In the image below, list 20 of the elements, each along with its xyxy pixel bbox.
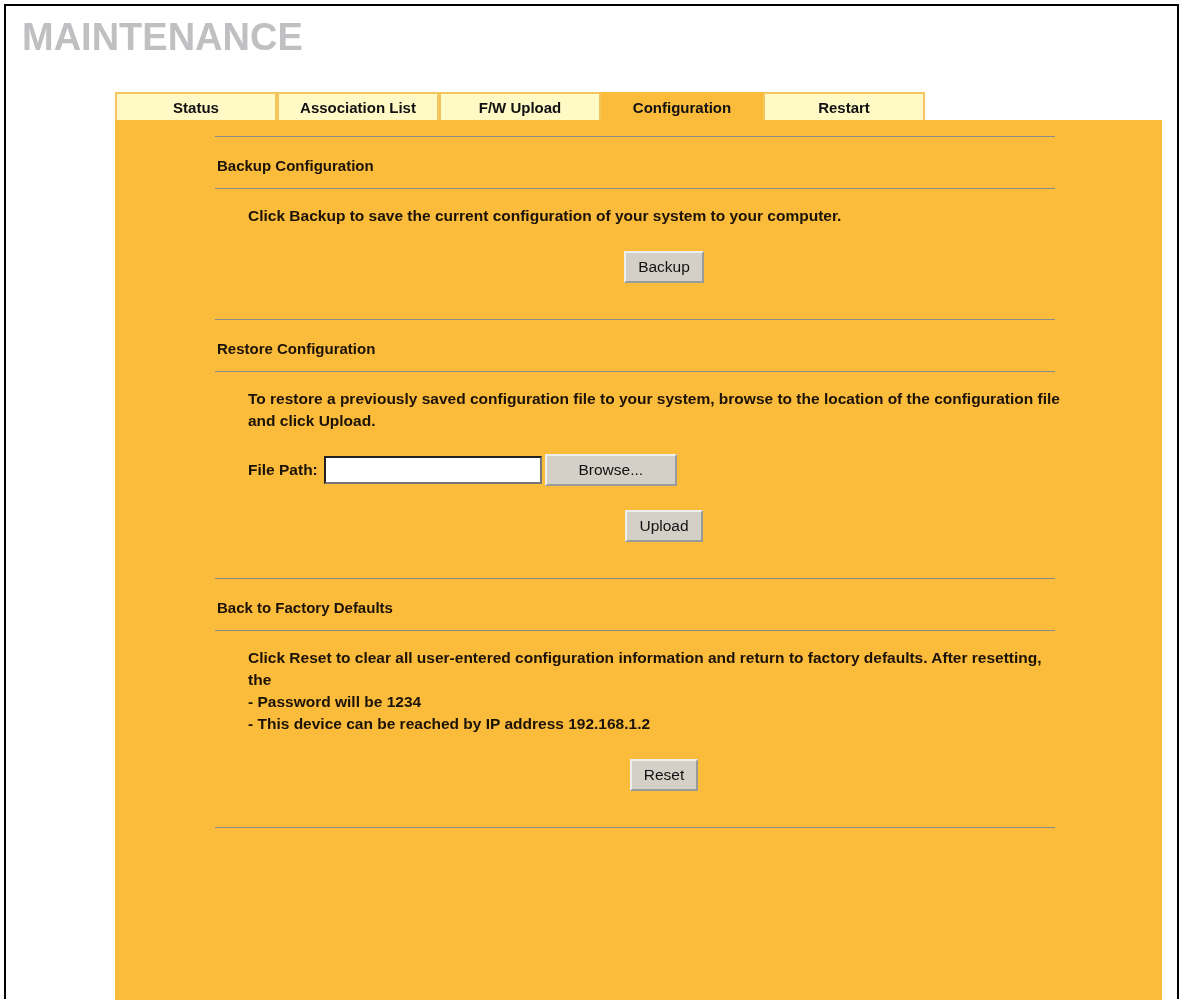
tab[interactable]: Configuration: [601, 92, 763, 120]
action-button[interactable]: Upload: [625, 510, 703, 542]
field-label: File Path:: [248, 461, 318, 479]
section-heading: Restore Configuration: [216, 339, 377, 359]
browse-button[interactable]: Browse...: [544, 454, 677, 486]
tab[interactable]: Restart: [763, 92, 925, 120]
description-text: - This device can be reached by IP address 192.168.1.2: [248, 714, 652, 734]
description-text: - Password will be 1234: [248, 692, 423, 712]
action-button[interactable]: Backup: [624, 251, 704, 283]
tab[interactable]: F/W Upload: [439, 92, 601, 120]
description-text: Click Reset to clear all user-entered configuration information and return to factory defaults. After resetting, the: [248, 648, 1043, 690]
action-button[interactable]: Reset: [629, 759, 699, 791]
tab[interactable]: Status: [115, 92, 277, 120]
tab[interactable]: Association List: [277, 92, 439, 120]
section-heading: Back to Factory Defaults: [216, 598, 394, 618]
description-text: To restore a previously saved configuration file to your system, browse to the location of the configuration file and click Upload.: [248, 389, 1060, 431]
section-heading: Backup Configuration: [216, 156, 375, 176]
file-path-field[interactable]: [323, 456, 542, 484]
description-text: Click Backup to save the current configuration of your system to your computer.: [248, 206, 843, 226]
page-title: MAINTENANCE: [21, 15, 304, 60]
